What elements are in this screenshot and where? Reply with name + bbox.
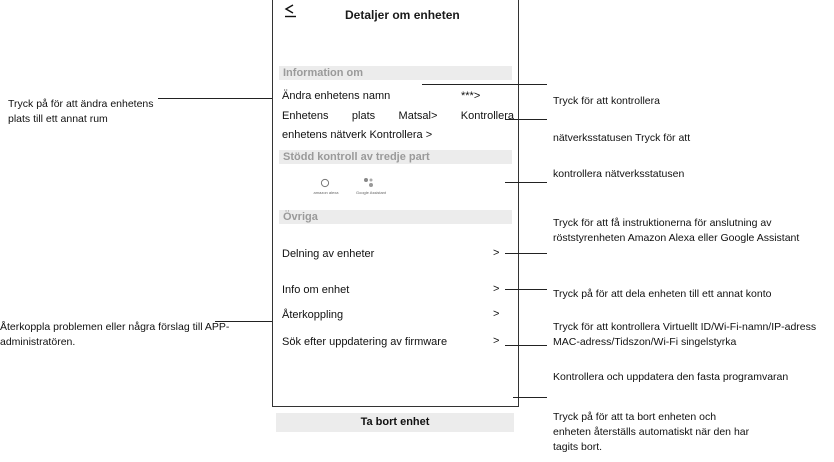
leader-line-third-party [505, 182, 547, 183]
leader-line-network [505, 119, 547, 120]
back-arrow-icon[interactable] [283, 3, 297, 19]
annotation-third-party: Tryck för att få instruktionerna för ans… [553, 217, 800, 244]
alexa-label: amazon alexa [313, 190, 339, 195]
leader-line-feedback [215, 321, 280, 322]
google-assistant-icon[interactable] [363, 177, 375, 188]
section-information: Information om [279, 66, 512, 80]
chevron-right-icon[interactable]: > [493, 335, 499, 347]
leader-line-location [158, 98, 272, 99]
leader-line-remove [513, 397, 547, 398]
annotation-network-2: kontrollera nätverksstatusen [553, 168, 685, 180]
rename-device-value[interactable]: ***> [461, 89, 480, 103]
chevron-right-icon[interactable]: > [493, 283, 499, 295]
chevron-right-icon[interactable]: > [493, 247, 499, 259]
annotation-location: Tryck på för att ändra enhetens plats ti… [8, 98, 154, 125]
annotation-network: nätverksstatusen Tryck för att [553, 132, 691, 144]
leader-line-share [505, 253, 547, 254]
leader-line-info [505, 289, 547, 290]
rename-device-label[interactable]: Ändra enhetens namn [282, 89, 390, 103]
firmware-update-item[interactable]: Sök efter uppdatering av firmware [282, 335, 447, 349]
annotation-info: Tryck för att kontrollera Virtuellt ID/W… [553, 321, 817, 348]
device-network-row[interactable]: enhetens nätverk Kontrollera > [282, 128, 432, 142]
annotation-firmware: Kontrollera och uppdatera den fasta prog… [553, 371, 789, 383]
feedback-item[interactable]: Återkoppling [282, 308, 343, 322]
device-info-item[interactable]: Info om enhet [282, 283, 349, 297]
remove-device-button[interactable]: Ta bort enhet [276, 413, 514, 432]
section-other: Övriga [279, 210, 512, 224]
sharing-devices-item[interactable]: Delning av enheter [282, 247, 374, 261]
alexa-ring-icon[interactable] [320, 178, 330, 188]
leader-line-firmware [505, 345, 547, 346]
chevron-right-icon[interactable]: > [493, 308, 499, 320]
annotation-rename: Tryck för att kontrollera [553, 95, 660, 107]
google-assistant-label: Google Assistant [355, 190, 387, 195]
leader-line-rename [422, 84, 547, 85]
section-third-party: Stödd kontroll av tredje part [279, 150, 512, 164]
annotation-remove: Tryck på för att ta bort enheten och enh… [553, 411, 750, 453]
device-location-row[interactable]: Enhetens plats Matsal> Kontrollera [282, 109, 514, 123]
phone-screen: Detaljer om enheten Information om Ändra… [272, 0, 519, 407]
annotation-feedback: Återkoppla problemen eller några förslag… [0, 321, 230, 348]
annotation-share: Tryck på för att dela enheten till ett a… [553, 288, 772, 300]
page-title: Detaljer om enheten [345, 8, 460, 22]
